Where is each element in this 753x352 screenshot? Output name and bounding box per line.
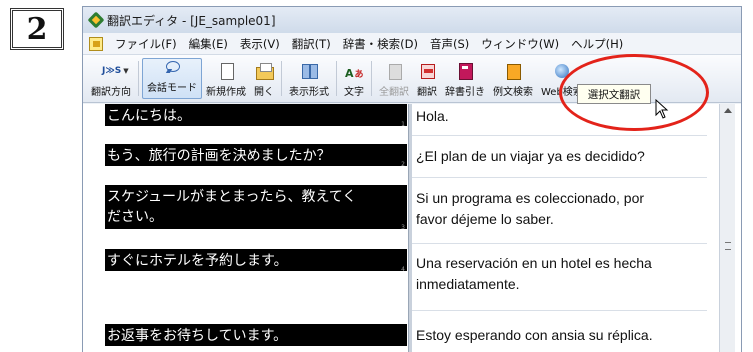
translate-all-button[interactable]: 全翻訳 <box>375 55 413 102</box>
window-title: 翻訳エディタ - [JE_sample01] <box>107 13 276 28</box>
toolbar-separator <box>138 61 139 96</box>
translate-all-label: 全翻訳 <box>379 87 409 98</box>
target-segment[interactable]: Estoy esperando con ansia su réplica. <box>412 323 707 352</box>
dictionary-lookup-button[interactable]: 辞書引き <box>441 55 489 102</box>
speech-bubble-icon <box>163 59 181 76</box>
translation-direction-button[interactable]: J≫S ▼ 翻訳方向 <box>87 55 135 102</box>
view-format-label: 表示形式 <box>289 87 329 98</box>
source-segment[interactable]: すぐにホテルを予約します。 4 <box>105 249 407 273</box>
conversation-mode-button[interactable]: 会話モード <box>142 58 202 99</box>
toolbar-separator <box>336 61 337 96</box>
mouse-cursor-icon <box>655 99 669 119</box>
toolbar-separator <box>371 61 372 96</box>
editor-content: こんにちは。 1 もう、旅行の計画を決めましたか？ 2 スケジュールがまとまった… <box>83 104 741 352</box>
dictionary-lookup-label: 辞書引き <box>445 87 485 98</box>
source-segment[interactable]: スケジュールがまとまったら、教えてく ださい。 3 <box>105 185 407 231</box>
character-icon: Aあ <box>345 67 364 80</box>
menu-help[interactable]: ヘルプ(H) <box>565 36 629 52</box>
translate-tooltip: 選択文翻訳 <box>577 84 651 104</box>
menu-app-icon[interactable] <box>89 36 103 51</box>
translate-icon <box>418 62 436 80</box>
toolbar-separator <box>281 61 282 96</box>
menu-dictionary-search[interactable]: 辞書・検索(D) <box>337 36 424 52</box>
open-label: 開く <box>254 87 274 98</box>
target-pane[interactable]: Hola. ¿El plan de un viajar ya es decidi… <box>412 104 707 352</box>
dictionary-icon <box>456 62 474 80</box>
source-segment[interactable]: こんにちは。 1 <box>105 104 407 128</box>
translation-direction-label: 翻訳方向 <box>91 87 131 98</box>
menu-bar: ファイル(F) 編集(E) 表示(V) 翻訳(T) 辞書・検索(D) 音声(S)… <box>83 33 741 55</box>
new-document-label: 新規作成 <box>206 87 246 98</box>
menu-file[interactable]: ファイル(F) <box>109 36 183 52</box>
example-search-icon <box>504 62 522 80</box>
example-search-button[interactable]: 例文検索 <box>489 55 537 102</box>
open-folder-icon <box>255 62 274 80</box>
new-document-button[interactable]: 新規作成 <box>202 55 250 102</box>
view-format-button[interactable]: 表示形式 <box>285 55 333 102</box>
menu-view[interactable]: 表示(V) <box>234 36 286 52</box>
target-segment[interactable]: ¿El plan de un viajar ya es decidido? <box>412 144 707 178</box>
title-bar: 翻訳エディタ - [JE_sample01] <box>83 7 741 33</box>
open-button[interactable]: 開く <box>250 55 278 102</box>
translation-editor-window: 翻訳エディタ - [JE_sample01] ファイル(F) 編集(E) 表示(… <box>82 6 742 352</box>
translate-all-icon <box>385 62 403 80</box>
view-format-icon <box>300 62 318 80</box>
character-label: 文字 <box>344 87 364 98</box>
js-direction-icon: J≫S ▼ <box>102 66 129 76</box>
translate-label: 翻訳 <box>417 87 437 98</box>
target-segment[interactable]: Si un programa es coleccionado, por favo… <box>412 186 707 244</box>
translate-button[interactable]: 翻訳 <box>413 55 441 102</box>
globe-icon <box>553 62 571 80</box>
conversation-mode-label: 会話モード <box>147 83 197 94</box>
step-number: 2 <box>26 11 48 47</box>
menu-speech[interactable]: 音声(S) <box>424 36 475 52</box>
example-search-label: 例文検索 <box>493 87 533 98</box>
source-segment[interactable]: もう、旅行の計画を決めましたか？ 2 <box>105 144 407 168</box>
target-segment[interactable]: Una reservación en un hotel es hecha inm… <box>412 251 707 311</box>
vertical-scrollbar[interactable] <box>719 104 735 352</box>
new-document-icon <box>217 62 235 80</box>
source-segment[interactable]: お返事をお待ちしています。 <box>105 324 407 346</box>
scroll-up-arrow-icon[interactable] <box>724 108 732 113</box>
menu-edit[interactable]: 編集(E) <box>183 36 234 52</box>
menu-window[interactable]: ウィンドウ(W) <box>475 36 565 52</box>
tooltip-text: 選択文翻訳 <box>587 88 641 101</box>
step-number-badge: 2 <box>10 8 64 50</box>
app-logo-icon <box>89 13 103 27</box>
menu-translate[interactable]: 翻訳(T) <box>286 36 337 52</box>
character-button[interactable]: Aあ 文字 <box>340 55 368 102</box>
source-pane[interactable]: こんにちは。 1 もう、旅行の計画を決めましたか？ 2 スケジュールがまとまった… <box>105 104 407 352</box>
scroll-grip-icon[interactable] <box>725 242 731 250</box>
